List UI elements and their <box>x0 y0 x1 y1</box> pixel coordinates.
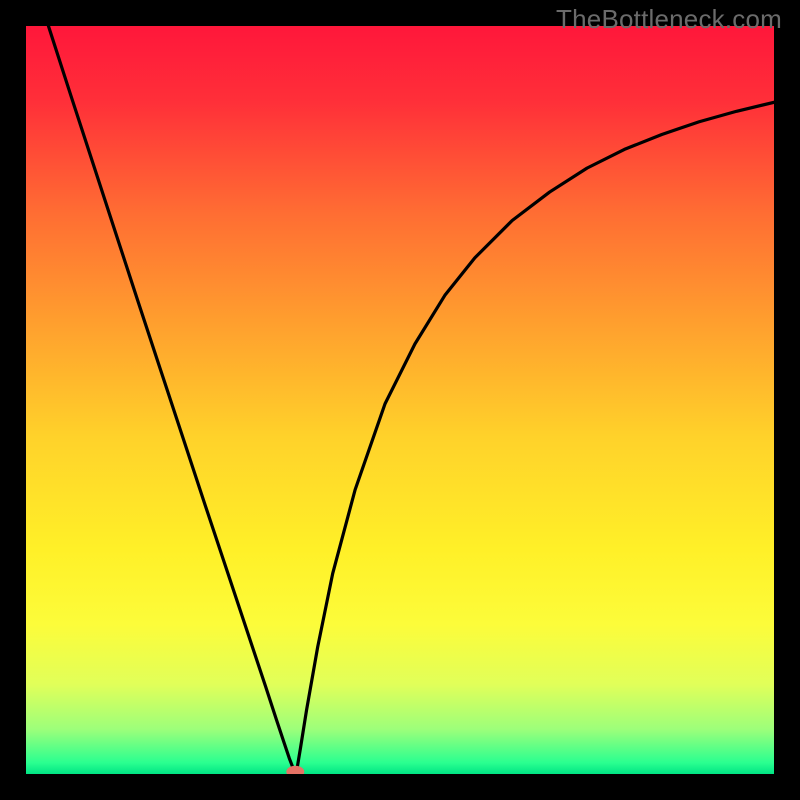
gradient-background <box>26 26 774 774</box>
chart-frame: TheBottleneck.com <box>0 0 800 800</box>
plot-area <box>26 26 774 774</box>
watermark-text: TheBottleneck.com <box>556 4 782 35</box>
chart-svg <box>26 26 774 774</box>
